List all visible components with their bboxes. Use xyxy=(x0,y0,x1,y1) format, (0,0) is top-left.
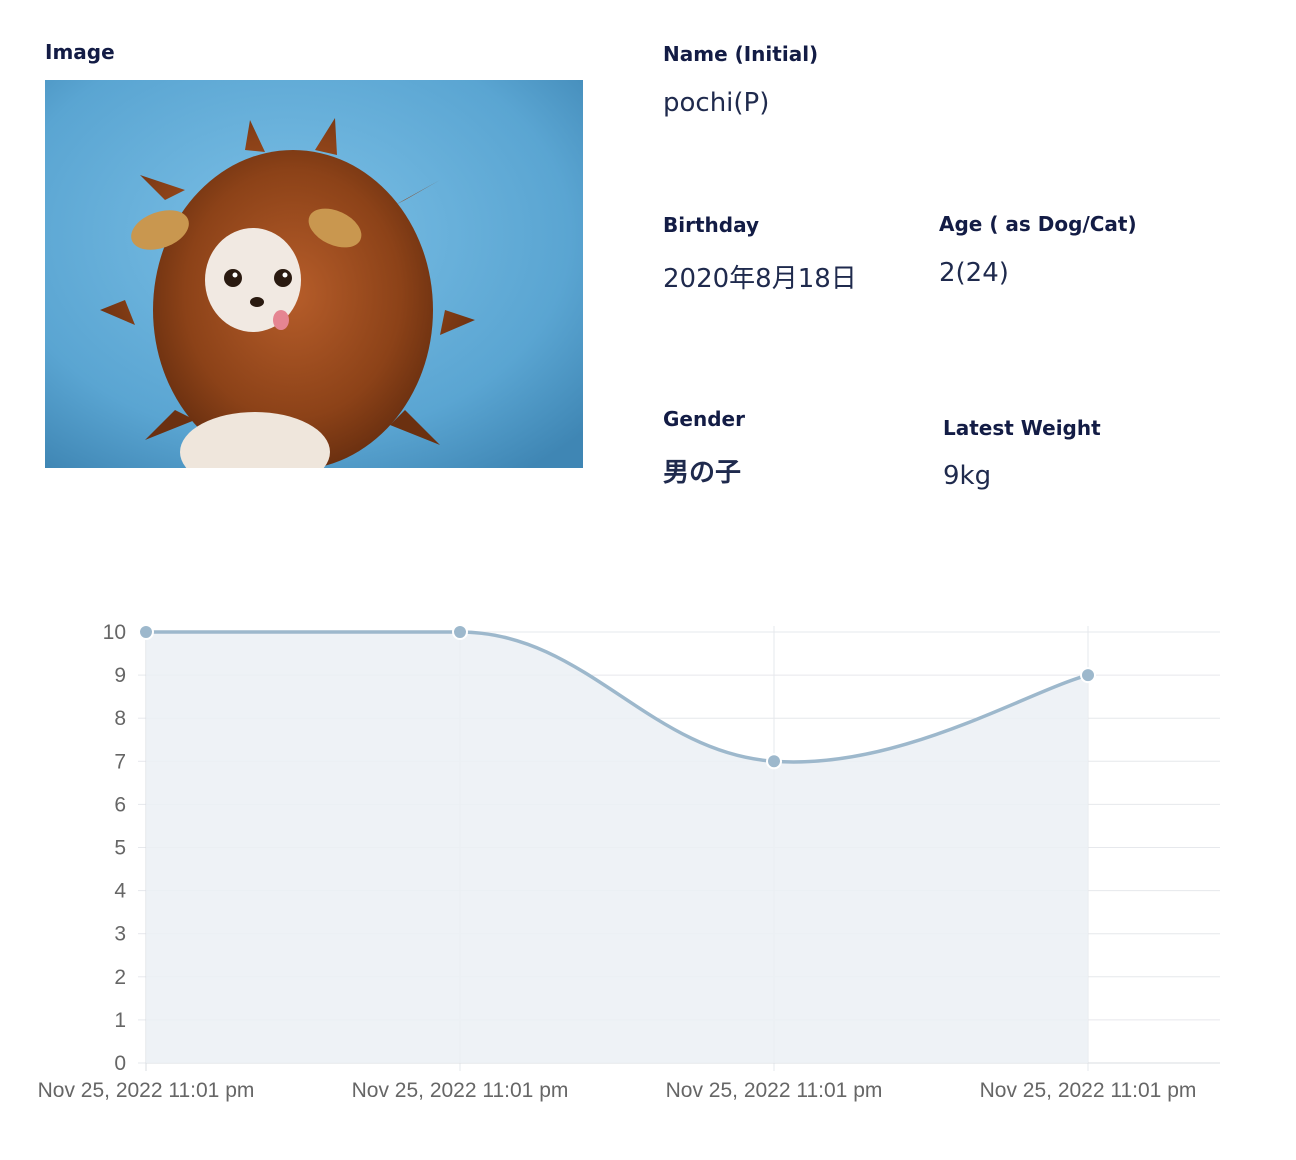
y-tick-label: 1 xyxy=(114,1009,126,1032)
x-tick-label: Nov 25, 2022 11:01 pm xyxy=(352,1079,569,1102)
pet-photo xyxy=(45,80,583,468)
data-point xyxy=(766,753,782,770)
y-tick-label: 4 xyxy=(114,880,126,903)
y-tick-label: 2 xyxy=(114,966,126,989)
birthday-label: Birthday xyxy=(663,213,759,237)
weight-chart: 0 1 2 3 4 5 6 7 8 9 10 Nov 25, 2022 11:01 pm Nov 25,… xyxy=(0,600,1296,1120)
name-label: Name (Initial) xyxy=(663,42,819,66)
x-tick-label: Nov 25, 2022 11:01 pm xyxy=(666,1079,883,1102)
x-tick-label: Nov 25, 2022 11:01 pm xyxy=(38,1079,255,1102)
latest-weight-value: 9kg xyxy=(943,461,992,491)
y-tick-label: 9 xyxy=(114,664,126,687)
name-value: pochi(P) xyxy=(663,88,770,118)
gender-value: 男の子 xyxy=(663,458,742,488)
y-tick-label: 0 xyxy=(114,1052,126,1075)
data-point xyxy=(1080,667,1096,684)
gender-label: Gender xyxy=(663,407,745,431)
y-tick-label: 7 xyxy=(114,750,126,773)
y-tick-label: 5 xyxy=(114,837,126,860)
weight-chart-svg: 0 1 2 3 4 5 6 7 8 9 10 Nov 25, 2022 11:01 pm Nov 25,… xyxy=(38,621,1220,1102)
image-label: Image xyxy=(45,40,115,64)
y-tick-label: 6 xyxy=(114,793,126,816)
birthday-value: 2020年8月18日 xyxy=(663,264,857,294)
latest-weight-label: Latest Weight xyxy=(943,416,1101,440)
series-area xyxy=(146,632,1088,1063)
y-tick-label: 8 xyxy=(114,707,126,730)
x-tick-label: Nov 25, 2022 11:01 pm xyxy=(980,1079,1197,1102)
age-value: 2(24) xyxy=(939,258,1009,288)
data-point xyxy=(138,624,154,640)
y-tick-label: 3 xyxy=(114,923,126,946)
y-tick-label: 10 xyxy=(103,621,126,644)
data-point xyxy=(452,624,468,640)
age-label: Age ( as Dog/Cat) xyxy=(939,212,1137,236)
